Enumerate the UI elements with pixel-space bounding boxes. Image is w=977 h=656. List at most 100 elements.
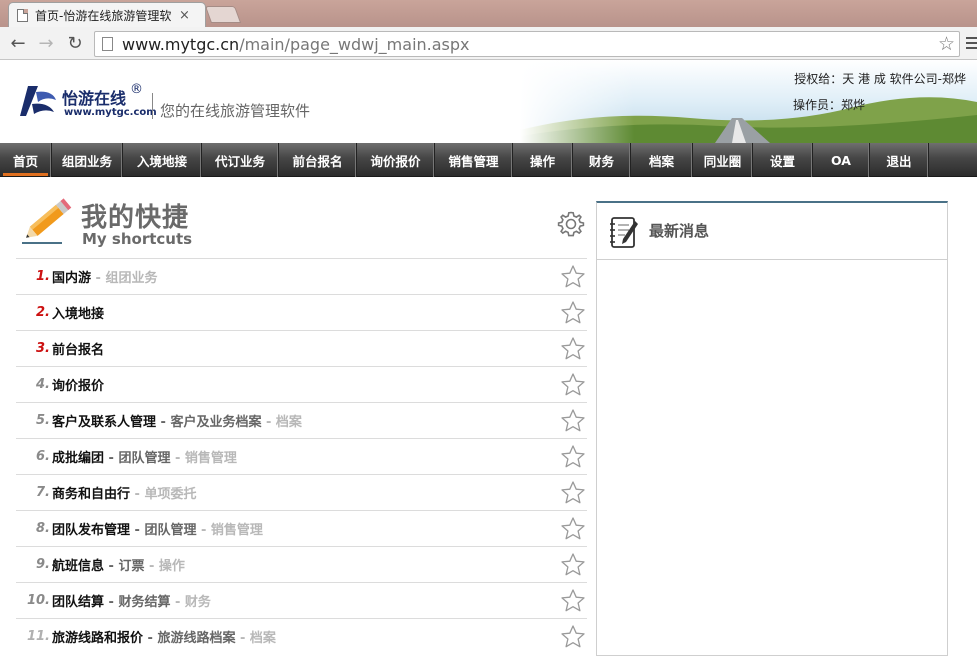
shortcut-label[interactable]: 团队发布管理 - 团队管理 - 销售管理 — [52, 519, 263, 538]
shortcut-number: 8. — [36, 521, 50, 536]
nav-item-0[interactable]: 首页 — [0, 143, 52, 177]
nav-item-7[interactable]: 操作 — [513, 143, 573, 177]
shortcuts-title: 我的快捷 — [81, 203, 190, 233]
nav-item-2[interactable]: 入境地接 — [123, 143, 202, 177]
shortcut-main: 入境地接 — [52, 307, 105, 322]
new-tab-button[interactable] — [204, 6, 242, 23]
nav-item-10[interactable]: 同业圈 — [693, 143, 753, 177]
star-icon[interactable] — [560, 588, 586, 614]
browser-menu-icon[interactable] — [966, 37, 977, 52]
shortcut-module: - 财务 — [170, 595, 211, 610]
shortcut-main: 成批编团 — [52, 451, 105, 466]
forward-arrow-icon[interactable]: → — [35, 33, 57, 55]
nav-item-8[interactable]: 财务 — [573, 143, 631, 177]
shortcut-row[interactable]: 9. 航班信息 - 订票 - 操作 — [16, 546, 587, 582]
shortcut-number: 7. — [36, 485, 50, 500]
nav-item-3[interactable]: 代订业务 — [202, 143, 279, 177]
shortcut-number: 3. — [36, 341, 50, 356]
star-icon[interactable] — [560, 300, 586, 326]
star-icon[interactable] — [560, 372, 586, 398]
shortcut-main: 前台报名 — [52, 343, 105, 358]
shortcut-module: - 档案 — [261, 415, 302, 430]
shortcut-module: - 档案 — [235, 631, 276, 646]
shortcut-row[interactable]: 4. 询价报价 — [16, 366, 587, 402]
shortcut-category: - 客户及业务档案 — [156, 415, 262, 430]
star-icon[interactable] — [560, 336, 586, 362]
shortcut-label[interactable]: 旅游线路和报价 - 旅游线路档案 - 档案 — [52, 627, 276, 646]
shortcut-module: - 操作 — [144, 559, 185, 574]
shortcut-category: - 团队管理 — [104, 451, 171, 466]
shortcut-label[interactable]: 商务和自由行 - 单项委托 — [52, 483, 196, 502]
shortcut-label[interactable]: 成批编团 - 团队管理 - 销售管理 — [52, 447, 237, 466]
shortcut-number: 10. — [26, 593, 50, 608]
star-icon[interactable] — [560, 552, 586, 578]
star-icon[interactable] — [560, 516, 586, 542]
shortcut-main: 团队结算 — [52, 595, 105, 610]
shortcut-label[interactable]: 询价报价 — [52, 375, 104, 394]
pencil-icon — [22, 198, 72, 244]
shortcut-main: 团队发布管理 — [52, 523, 131, 538]
shortcut-label[interactable]: 团队结算 - 财务结算 - 财务 — [52, 591, 211, 610]
shortcuts-subtitle: My shortcuts — [82, 230, 193, 248]
shortcut-row[interactable]: 11. 旅游线路和报价 - 旅游线路档案 - 档案 — [16, 618, 587, 654]
address-bar[interactable]: www.mytgc.cn/main/page_wdwj_main.aspx ☆ — [94, 31, 960, 57]
star-icon[interactable] — [560, 444, 586, 470]
brand-name: 怡游在线 — [62, 89, 127, 108]
news-panel: 最新消息 — [596, 201, 948, 656]
shortcut-label[interactable]: 入境地接 — [52, 303, 104, 322]
browser-tab-active[interactable]: 首页-怡游在线旅游管理软 × — [8, 2, 206, 27]
shortcut-category: - 财务结算 — [104, 595, 171, 610]
shortcut-label[interactable]: 客户及联系人管理 - 客户及业务档案 - 档案 — [52, 411, 302, 430]
star-icon[interactable] — [560, 480, 586, 506]
back-arrow-icon[interactable]: ← — [7, 33, 29, 55]
gear-icon[interactable] — [557, 210, 585, 238]
nav-item-5[interactable]: 询价报价 — [357, 143, 435, 177]
operator-label: 操作员：郑烨 — [793, 98, 866, 112]
shortcut-category: - 团队管理 — [130, 523, 197, 538]
shortcut-main: 商务和自由行 — [52, 487, 131, 502]
shortcut-row[interactable]: 2. 入境地接 — [16, 294, 587, 330]
shortcut-row[interactable]: 3. 前台报名 — [16, 330, 587, 366]
browser-toolbar: ← → ↻ www.mytgc.cn/main/page_wdwj_main.a… — [0, 27, 977, 60]
url-host: www.mytgc.cn — [122, 34, 240, 54]
nav-item-1[interactable]: 组团业务 — [52, 143, 123, 177]
shortcut-main: 国内游 — [52, 271, 92, 286]
shortcut-module: - 销售管理 — [196, 523, 263, 538]
star-icon[interactable] — [560, 624, 586, 650]
nav-item-6[interactable]: 销售管理 — [435, 143, 513, 177]
shortcut-row[interactable]: 8. 团队发布管理 - 团队管理 - 销售管理 — [16, 510, 587, 546]
site-header: 怡游在线 ® www.mytgc.com 您的在线旅游管理软件 授权给：天 港 … — [0, 60, 977, 143]
shortcut-row[interactable]: 1. 国内游 - 组团业务 — [16, 258, 587, 294]
star-icon[interactable] — [560, 408, 586, 434]
nav-item-11[interactable]: 设置 — [753, 143, 813, 177]
news-header: 最新消息 — [597, 203, 947, 260]
shortcut-main: 客户及联系人管理 — [52, 415, 157, 430]
shortcut-number: 9. — [36, 557, 50, 572]
shortcut-row[interactable]: 5. 客户及联系人管理 - 客户及业务档案 - 档案 — [16, 402, 587, 438]
brand-logo-icon — [20, 86, 56, 116]
shortcut-row[interactable]: 6. 成批编团 - 团队管理 - 销售管理 — [16, 438, 587, 474]
shortcuts-panel: 我的快捷 My shortcuts 1. 国内游 - 组团业务 2. 入境地接 3. 前台… — [16, 195, 587, 656]
shortcut-main: 询价报价 — [52, 379, 105, 394]
shortcut-label[interactable]: 国内游 - 组团业务 — [52, 267, 157, 286]
tab-close-icon[interactable]: × — [179, 8, 190, 23]
shortcuts-list: 1. 国内游 - 组团业务 2. 入境地接 3. 前台报名 4. 询价报价 5. 客户及联系人管理… — [16, 258, 587, 654]
shortcut-number: 1. — [36, 269, 50, 284]
shortcut-category: - 订票 — [104, 559, 145, 574]
star-icon[interactable] — [560, 264, 586, 290]
nav-item-4[interactable]: 前台报名 — [279, 143, 357, 177]
reload-icon[interactable]: ↻ — [64, 33, 86, 55]
bookmark-star-icon[interactable]: ☆ — [938, 33, 955, 55]
shortcut-row[interactable]: 10. 团队结算 - 财务结算 - 财务 — [16, 582, 587, 618]
nav-item-12[interactable]: OA — [813, 143, 870, 177]
tab-title: 首页-怡游在线旅游管理软 — [35, 8, 171, 23]
main-nav: 首页 组团业务 入境地接 代订业务 前台报名 询价报价 销售管理 操作 财务 档案 同业圈 设置 OA 退… — [0, 143, 977, 177]
shortcut-main: 旅游线路和报价 — [52, 631, 144, 646]
nav-item-9[interactable]: 档案 — [631, 143, 693, 177]
shortcut-label[interactable]: 前台报名 — [52, 339, 104, 358]
browser-tabstrip: 首页-怡游在线旅游管理软 × — [0, 0, 977, 27]
shortcut-row[interactable]: 7. 商务和自由行 - 单项委托 — [16, 474, 587, 510]
nav-item-13[interactable]: 退出 — [870, 143, 929, 177]
shortcut-label[interactable]: 航班信息 - 订票 - 操作 — [52, 555, 185, 574]
url-path: /main/page_wdwj_main.aspx — [239, 34, 470, 54]
